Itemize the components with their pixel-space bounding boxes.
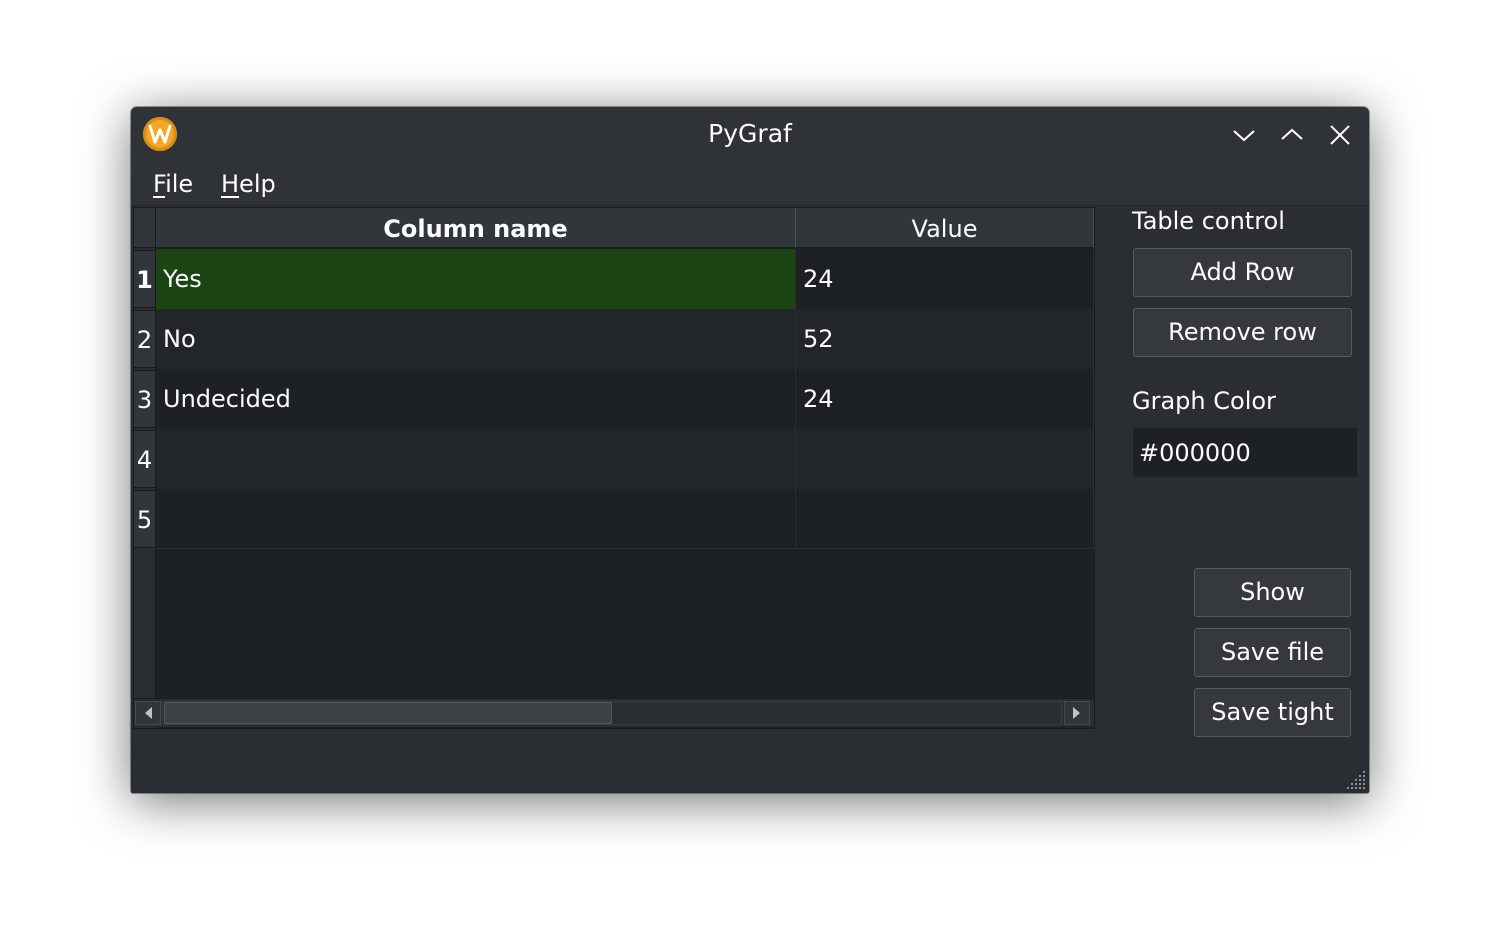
chevron-up-icon <box>1281 128 1303 140</box>
cell-value-3[interactable]: 24 <box>796 369 1094 429</box>
cell-value-5[interactable] <box>796 489 1094 549</box>
app-window: PyGraf File Help Column name Value 1 Yes <box>131 107 1369 793</box>
minimize-button[interactable] <box>1229 120 1259 150</box>
triangle-right-icon <box>1073 707 1080 719</box>
window-title: PyGraf <box>708 119 792 148</box>
cell-value-2[interactable]: 52 <box>796 309 1094 369</box>
save-file-button[interactable]: Save file <box>1194 628 1351 677</box>
scroll-right-button[interactable] <box>1064 701 1090 725</box>
cell-name-1[interactable]: Yes <box>156 249 796 309</box>
maximize-button[interactable] <box>1277 120 1307 150</box>
scroll-thumb[interactable] <box>164 702 612 724</box>
horizontal-scrollbar[interactable] <box>134 698 1094 727</box>
add-row-button[interactable]: Add Row <box>1133 248 1352 297</box>
table-corner-button[interactable] <box>134 208 156 248</box>
show-button[interactable]: Show <box>1194 568 1351 617</box>
graph-color-label: Graph Color <box>1132 387 1276 415</box>
column-header-name[interactable]: Column name <box>156 208 796 248</box>
row-header-3[interactable]: 3 <box>134 370 156 428</box>
row-header-1[interactable]: 1 <box>134 250 156 308</box>
close-icon <box>1330 125 1350 145</box>
save-tight-button[interactable]: Save tight <box>1194 688 1351 737</box>
graph-color-input[interactable] <box>1132 427 1358 478</box>
remove-row-button[interactable]: Remove row <box>1133 308 1352 357</box>
row-header-2[interactable]: 2 <box>134 310 156 368</box>
row-header-5[interactable]: 5 <box>134 490 156 548</box>
title-bar[interactable]: PyGraf <box>131 107 1369 163</box>
cell-name-2[interactable]: No <box>156 309 796 369</box>
menu-help-accel: H <box>221 170 240 198</box>
cell-name-3[interactable]: Undecided <box>156 369 796 429</box>
column-header-value-label: Value <box>911 215 978 243</box>
data-table[interactable]: Column name Value 1 Yes 24 2 No 52 3 Und… <box>133 207 1095 729</box>
table-control-label: Table control <box>1132 207 1285 235</box>
triangle-left-icon <box>145 707 152 719</box>
cell-name-5[interactable] <box>156 489 796 549</box>
menu-file-accel: F <box>153 170 166 198</box>
cell-name-4[interactable] <box>156 429 796 489</box>
cell-value-4[interactable] <box>796 429 1094 489</box>
menu-file[interactable]: File <box>153 167 193 201</box>
resize-grip-icon[interactable] <box>1345 769 1367 791</box>
menu-file-rest: ile <box>165 170 194 198</box>
row-header-4[interactable]: 4 <box>134 430 156 488</box>
menu-bar: File Help <box>131 163 1369 206</box>
column-header-value[interactable]: Value <box>796 208 1094 248</box>
menu-help[interactable]: Help <box>221 167 276 201</box>
menu-help-rest: elp <box>239 170 276 198</box>
chevron-down-icon <box>1233 130 1255 142</box>
cell-value-1[interactable]: 24 <box>796 249 1094 309</box>
scroll-left-button[interactable] <box>135 701 161 725</box>
close-button[interactable] <box>1325 120 1355 150</box>
column-header-name-label: Column name <box>383 215 568 243</box>
